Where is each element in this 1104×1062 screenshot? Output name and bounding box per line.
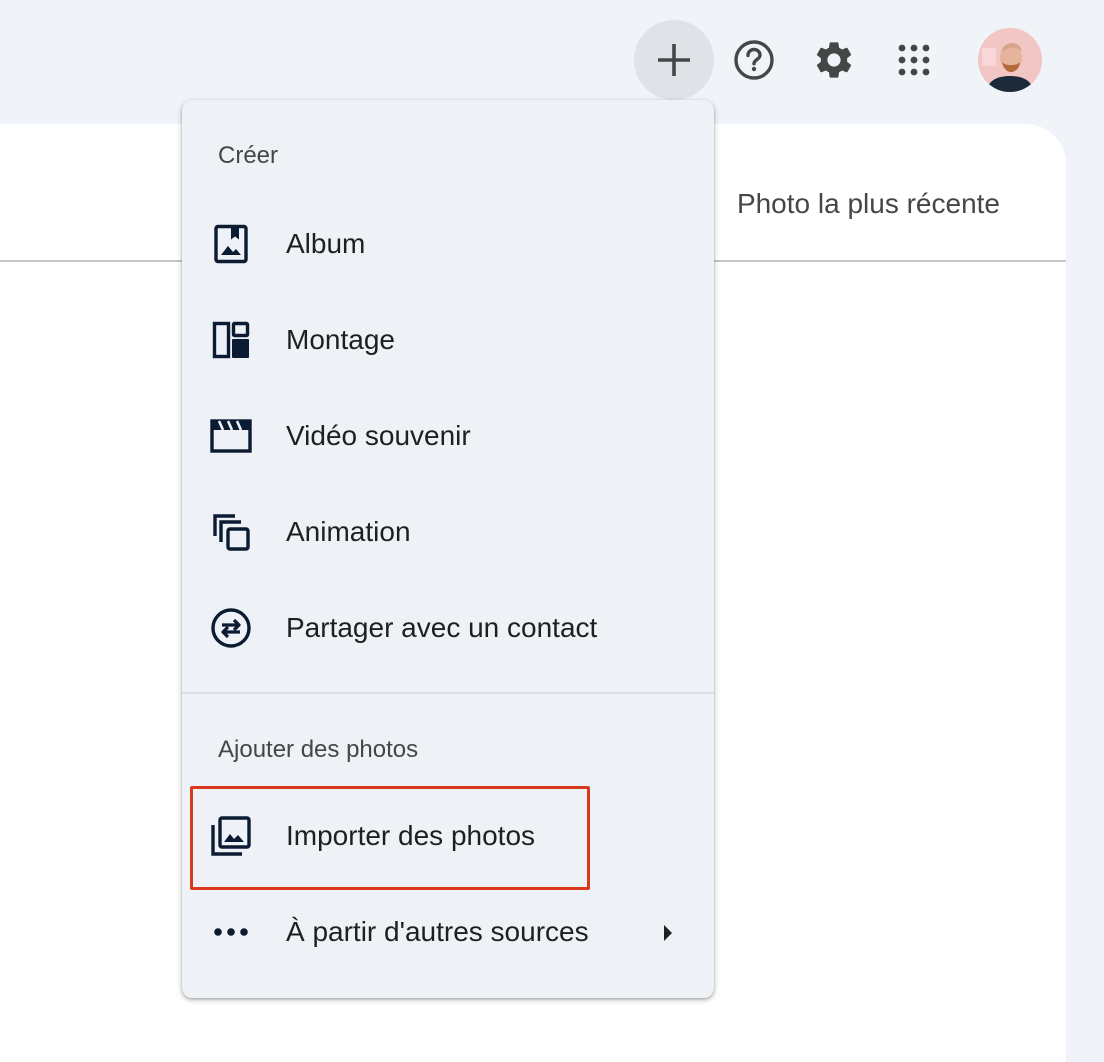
menu-item-movie[interactable]: Vidéo souvenir <box>182 388 714 484</box>
upload-photos-icon <box>210 815 252 857</box>
menu-item-label: Partager avec un contact <box>286 612 598 643</box>
menu-item-label: Animation <box>286 516 411 547</box>
help-button[interactable] <box>714 20 794 100</box>
help-icon <box>734 40 774 80</box>
avatar-image <box>978 28 1042 92</box>
menu-item-collage[interactable]: Montage <box>182 292 714 388</box>
menu-item-label: Importer des photos <box>286 820 536 851</box>
menu-item-animation[interactable]: Animation <box>182 484 714 580</box>
settings-button[interactable] <box>794 20 874 100</box>
create-button[interactable] <box>634 20 714 100</box>
collage-icon <box>210 319 252 361</box>
more-horiz-icon <box>210 911 252 953</box>
menu-item-upload-photos[interactable]: Importer des photos <box>182 788 714 884</box>
menu-item-other-sources[interactable]: À partir d'autres sources <box>182 884 714 980</box>
menu-item-label: Vidéo souvenir <box>286 420 471 451</box>
apps-grid-icon <box>898 44 930 76</box>
sort-order-label[interactable]: Photo la plus récente <box>737 188 1000 220</box>
submenu-arrow-icon <box>662 923 674 948</box>
animation-icon <box>210 511 252 553</box>
menu-divider <box>182 692 714 694</box>
menu-heading-add-photos: Ajouter des photos <box>218 736 419 763</box>
create-menu: Créer Album Montage Vidéo souvenir Anima… <box>182 100 714 998</box>
user-avatar[interactable] <box>978 28 1042 92</box>
album-icon <box>210 223 252 265</box>
gear-icon <box>816 42 852 78</box>
menu-item-label: À partir d'autres sources <box>286 916 589 947</box>
movie-icon <box>210 415 252 457</box>
menu-item-label: Album <box>286 228 366 259</box>
plus-icon <box>658 44 690 76</box>
google-apps-button[interactable] <box>874 20 954 100</box>
menu-heading-create: Créer <box>218 142 279 169</box>
menu-item-partner-share[interactable]: Partager avec un contact <box>182 580 714 676</box>
menu-item-label: Montage <box>286 324 395 355</box>
menu-item-album[interactable]: Album <box>182 196 714 292</box>
partner-share-icon <box>210 607 252 649</box>
